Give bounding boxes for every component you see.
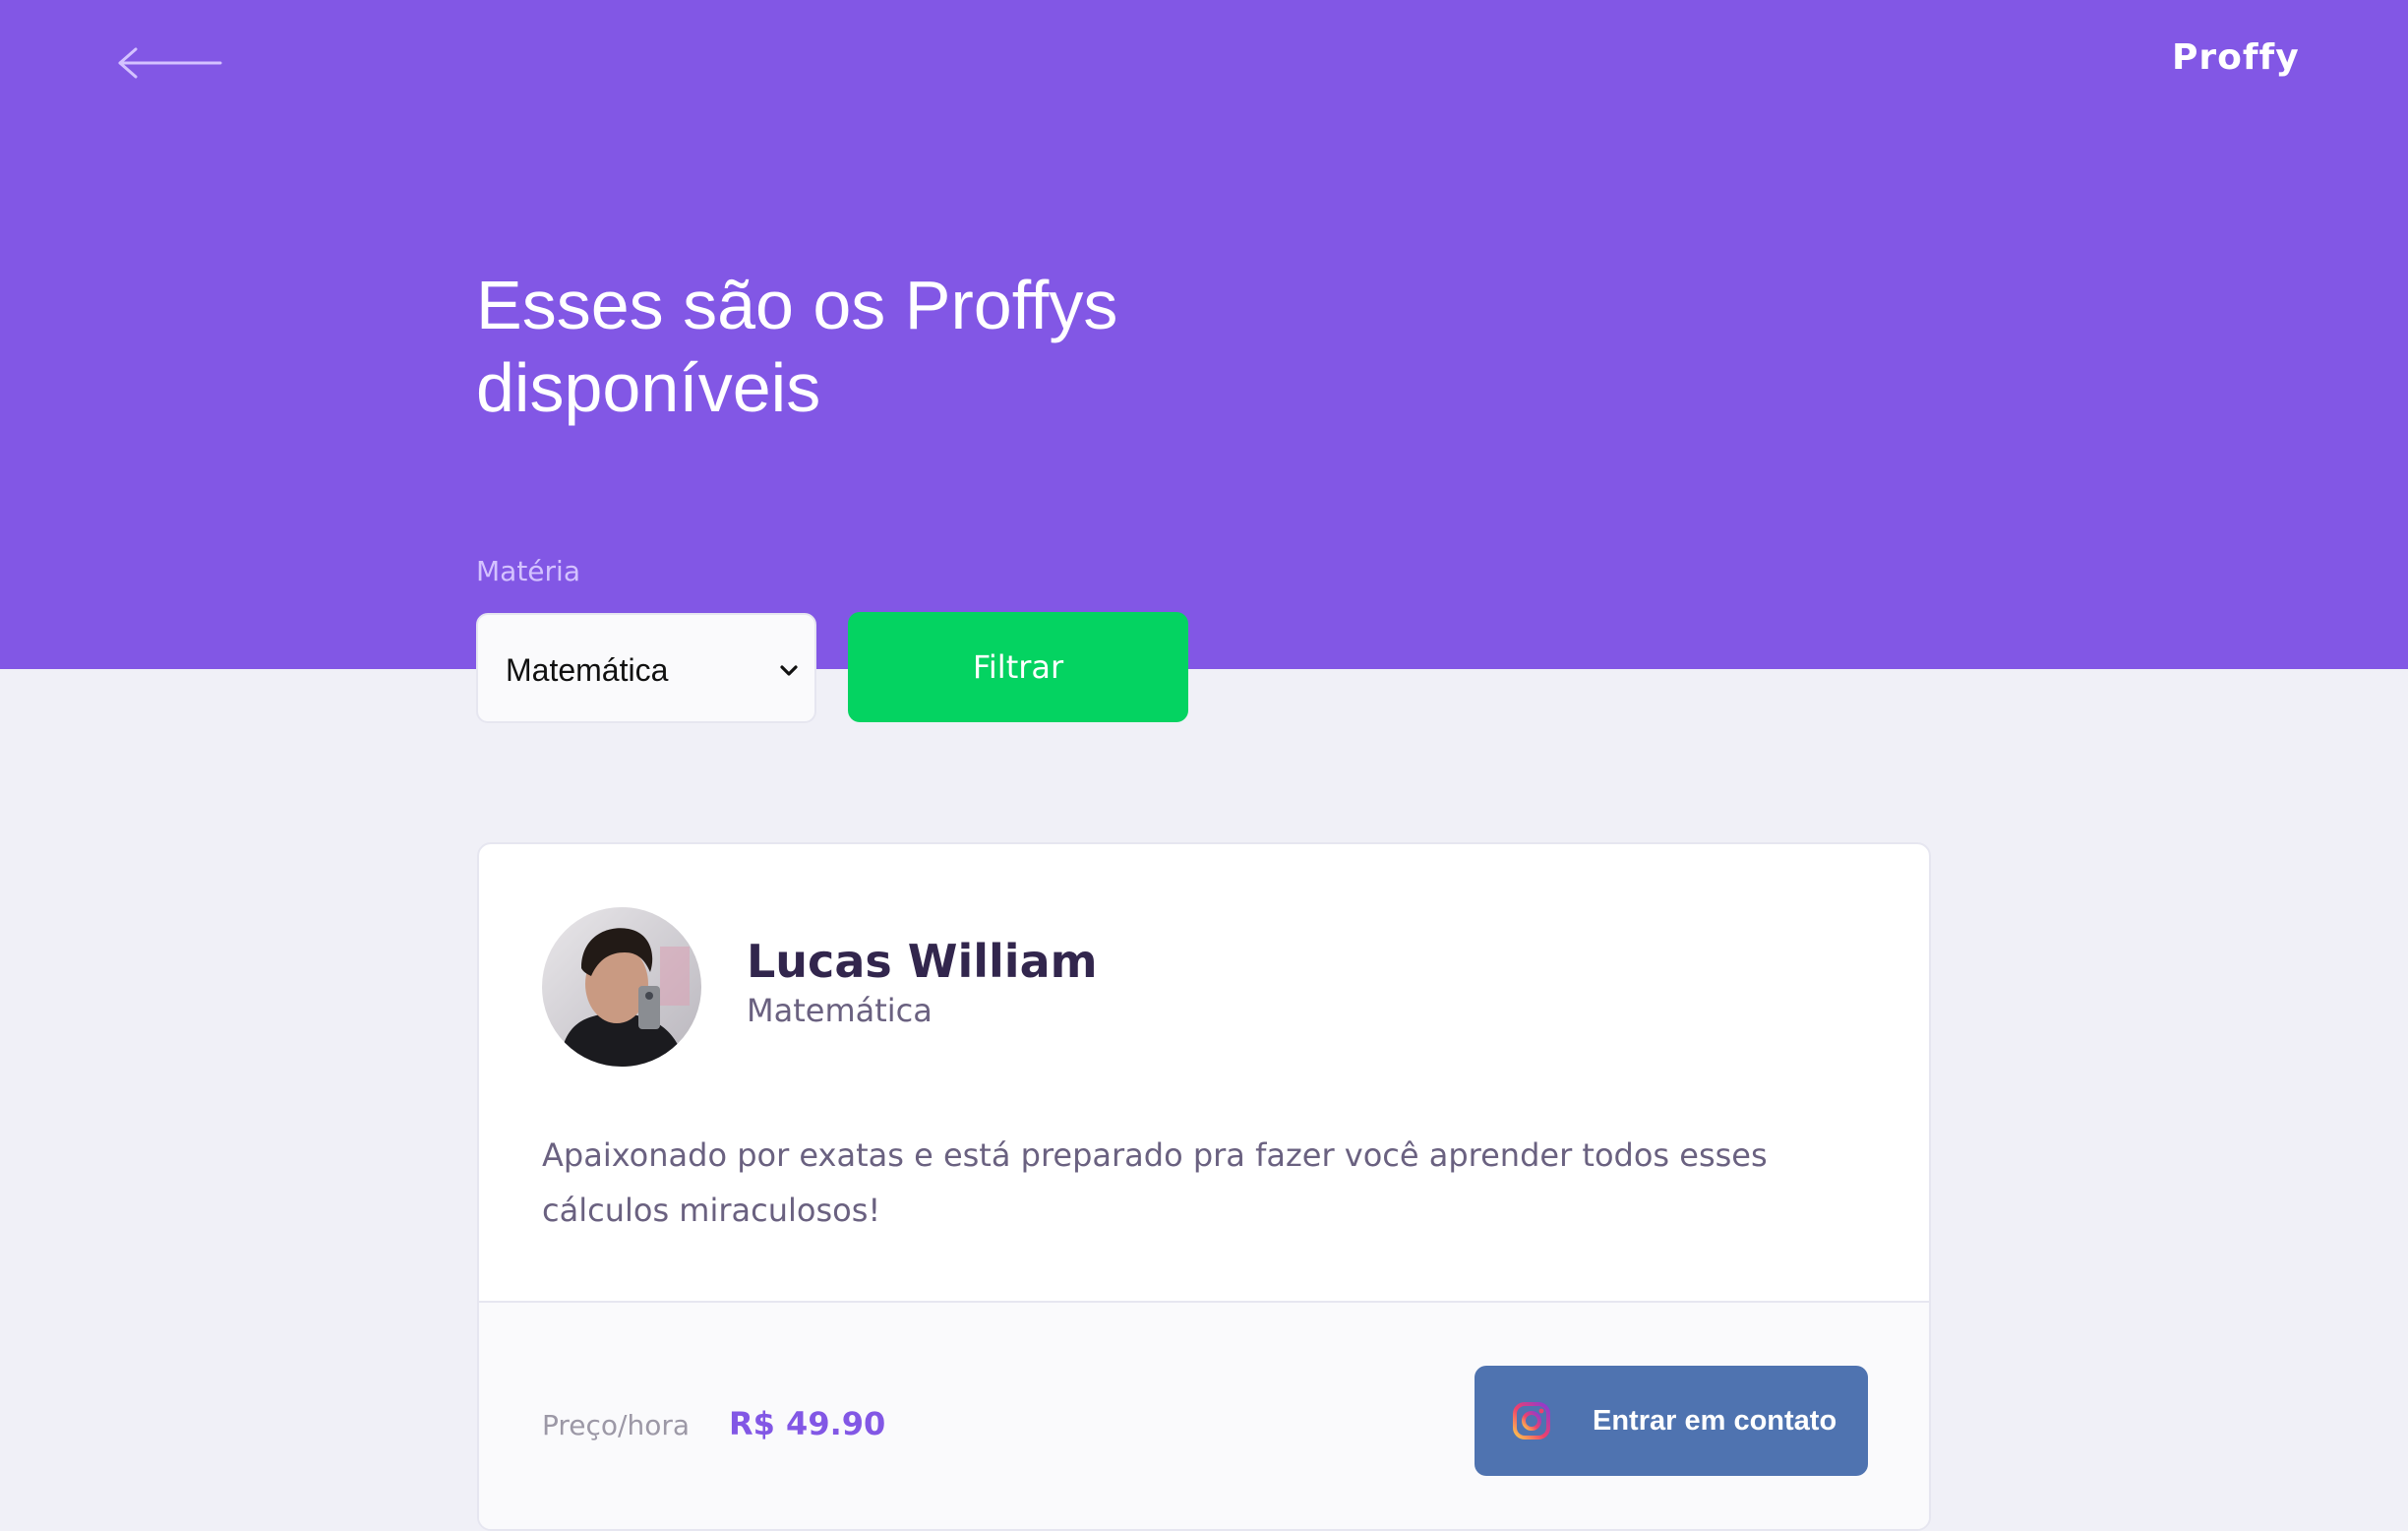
- chevron-down-icon: [780, 665, 798, 676]
- teacher-bio: Apaixonado por exatas e está preparado p…: [542, 1136, 1768, 1229]
- teacher-name: Lucas William: [747, 935, 1098, 988]
- teacher-card: Lucas William Matemática Apaixonado por …: [477, 842, 1931, 1531]
- subject-select-value: Matemática: [506, 652, 669, 688]
- price-label: Preço/hora: [542, 1409, 691, 1441]
- contact-button[interactable]: Entrar em contato: [1475, 1366, 1868, 1476]
- proffy-logo: Proffy: [2172, 37, 2300, 78]
- instagram-icon: [1513, 1402, 1550, 1439]
- price-value: R$ 49.90: [729, 1405, 886, 1442]
- page-title: Esses são os Proffys disponíveis: [476, 267, 1118, 426]
- page-header: Proffy Esses são os Proffys disponíveis …: [0, 0, 2408, 669]
- contact-button-label: Entrar em contato: [1593, 1405, 1837, 1437]
- teacher-subject: Matemática: [747, 992, 933, 1029]
- teacher-card-footer: Preço/hora R$ 49.90 Entrar em contato: [479, 1301, 1929, 1529]
- teacher-avatar: [542, 907, 701, 1067]
- back-button[interactable]: [116, 43, 224, 83]
- arrow-left-icon: [118, 47, 222, 79]
- subject-filter-label: Matéria: [476, 555, 580, 587]
- filter-button[interactable]: Filtrar: [848, 612, 1188, 722]
- subject-select[interactable]: Matemática: [476, 613, 816, 723]
